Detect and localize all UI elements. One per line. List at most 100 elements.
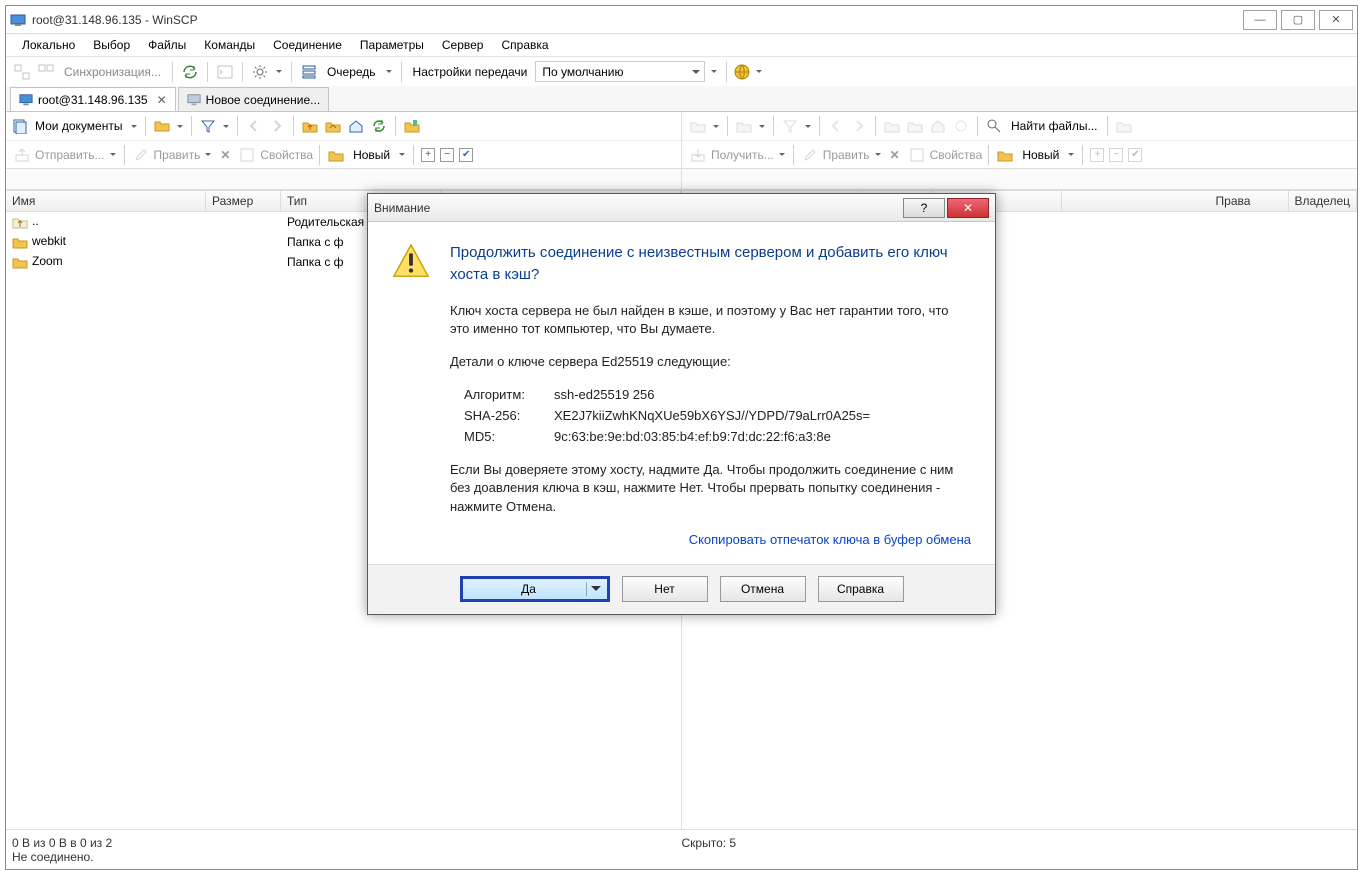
transfer-preset-dropdown[interactable] xyxy=(709,62,719,82)
terminal-icon[interactable] xyxy=(215,62,235,82)
delete-x[interactable]: ✕ xyxy=(216,148,234,162)
back-icon[interactable] xyxy=(244,116,264,136)
r-new-dd[interactable] xyxy=(1066,145,1076,165)
gear-dropdown[interactable] xyxy=(274,62,284,82)
menu-help[interactable]: Справка xyxy=(493,36,556,54)
r-filter-icon[interactable] xyxy=(780,116,800,136)
r-delete-x[interactable]: ✕ xyxy=(886,148,904,162)
home-icon[interactable] xyxy=(346,116,366,136)
open-folder-dd[interactable] xyxy=(175,116,185,136)
recv-label[interactable]: Получить... xyxy=(711,148,774,162)
col-size[interactable]: Размер xyxy=(206,191,281,211)
location-label[interactable]: Мои документы xyxy=(31,119,126,133)
menu-local[interactable]: Локально xyxy=(14,36,83,54)
queue-label[interactable]: Очередь xyxy=(323,65,380,79)
dialog-help-button[interactable]: ? xyxy=(903,198,945,218)
bookmark-icon[interactable] xyxy=(402,116,422,136)
props-icon[interactable] xyxy=(237,145,257,165)
sync-label[interactable]: Синхронизация... xyxy=(60,65,165,79)
recv-dd[interactable] xyxy=(777,145,787,165)
rcol-rights[interactable]: Права xyxy=(1210,191,1289,211)
download-icon[interactable] xyxy=(688,145,708,165)
maximize-button[interactable]: ▢ xyxy=(1281,10,1315,30)
send-dd[interactable] xyxy=(108,145,118,165)
queue-dropdown[interactable] xyxy=(384,62,394,82)
status-hidden: Скрыто: 5 xyxy=(682,836,737,850)
minimize-button[interactable]: — xyxy=(1243,10,1277,30)
send-label[interactable]: Отправить... xyxy=(35,148,105,162)
check-button[interactable]: ✔ xyxy=(459,148,473,162)
r-forward-icon[interactable] xyxy=(849,116,869,136)
r-open-dd[interactable] xyxy=(757,116,767,136)
r-props-icon[interactable] xyxy=(907,145,927,165)
copy-fingerprint-link[interactable]: Скопировать отпечаток ключа в буфер обме… xyxy=(450,531,971,550)
sync-icon[interactable] xyxy=(12,62,32,82)
upload-icon[interactable] xyxy=(12,145,32,165)
tab-new-session[interactable]: Новое соединение... xyxy=(178,87,330,111)
filter-dd[interactable] xyxy=(221,116,231,136)
rcol-owner[interactable]: Владелец xyxy=(1289,191,1358,211)
edit-icon[interactable] xyxy=(131,145,151,165)
help-button[interactable]: Справка xyxy=(818,576,904,602)
props-label[interactable]: Свойства xyxy=(260,148,313,162)
browse-sync-icon[interactable] xyxy=(180,62,200,82)
new-dd[interactable] xyxy=(397,145,407,165)
menu-server[interactable]: Сервер xyxy=(434,36,492,54)
yes-button[interactable]: Да xyxy=(460,576,610,602)
filter-icon[interactable] xyxy=(198,116,218,136)
remote-location-dd[interactable] xyxy=(711,116,721,136)
menu-files[interactable]: Файлы xyxy=(140,36,194,54)
root-folder-icon[interactable] xyxy=(323,116,343,136)
queue-icon[interactable] xyxy=(299,62,319,82)
r-up-icon[interactable] xyxy=(882,116,902,136)
menu-commands[interactable]: Команды xyxy=(196,36,263,54)
new-label[interactable]: Новый xyxy=(349,148,394,162)
find-files-label[interactable]: Найти файлы... xyxy=(1007,119,1101,133)
globe-icon[interactable] xyxy=(734,64,750,80)
r-new-icon[interactable] xyxy=(995,145,1015,165)
r-plus-button[interactable]: + xyxy=(1090,148,1104,162)
globe-dropdown[interactable] xyxy=(754,62,764,82)
gear-icon[interactable] xyxy=(250,62,270,82)
close-button[interactable]: ✕ xyxy=(1319,10,1353,30)
r-edit-dd[interactable] xyxy=(873,145,883,165)
tab-session-active[interactable]: root@31.148.96.135 ✕ xyxy=(10,87,176,111)
sync2-icon[interactable] xyxy=(36,62,56,82)
r-props-label[interactable]: Свойства xyxy=(930,148,983,162)
r-refresh-icon[interactable] xyxy=(951,116,971,136)
up-folder-icon[interactable] xyxy=(300,116,320,136)
r-root-icon[interactable] xyxy=(905,116,925,136)
edit-label[interactable]: Править xyxy=(154,148,201,162)
r-bookmark-icon[interactable] xyxy=(1114,116,1134,136)
open-folder-icon[interactable] xyxy=(152,116,172,136)
r-check-button[interactable]: ✔ xyxy=(1128,148,1142,162)
dialog-close-button[interactable]: ✕ xyxy=(947,198,989,218)
location-dropdown[interactable] xyxy=(129,116,139,136)
menu-options[interactable]: Параметры xyxy=(352,36,432,54)
r-edit-icon[interactable] xyxy=(800,145,820,165)
refresh-icon[interactable] xyxy=(369,116,389,136)
minus-button[interactable]: − xyxy=(440,148,454,162)
cancel-button[interactable]: Отмена xyxy=(720,576,806,602)
r-back-icon[interactable] xyxy=(826,116,846,136)
edit-dd[interactable] xyxy=(203,145,213,165)
right-path-bar[interactable] xyxy=(682,168,1357,190)
plus-button[interactable]: + xyxy=(421,148,435,162)
remote-folder-icon xyxy=(688,116,708,136)
new-folder-icon[interactable] xyxy=(326,145,346,165)
r-new-label[interactable]: Новый xyxy=(1018,148,1063,162)
transfer-preset-combo[interactable]: По умолчанию xyxy=(535,61,705,82)
left-path-bar[interactable] xyxy=(6,168,681,190)
r-home-icon[interactable] xyxy=(928,116,948,136)
col-name[interactable]: Имя xyxy=(6,191,206,211)
find-files-icon[interactable] xyxy=(984,116,1004,136)
tab-close-icon[interactable]: ✕ xyxy=(157,93,167,107)
forward-icon[interactable] xyxy=(267,116,287,136)
no-button[interactable]: Нет xyxy=(622,576,708,602)
r-minus-button[interactable]: − xyxy=(1109,148,1123,162)
menu-connection[interactable]: Соединение xyxy=(265,36,350,54)
r-filter-dd[interactable] xyxy=(803,116,813,136)
r-edit-label[interactable]: Править xyxy=(823,148,870,162)
r-open-icon[interactable] xyxy=(734,116,754,136)
menu-select[interactable]: Выбор xyxy=(85,36,138,54)
